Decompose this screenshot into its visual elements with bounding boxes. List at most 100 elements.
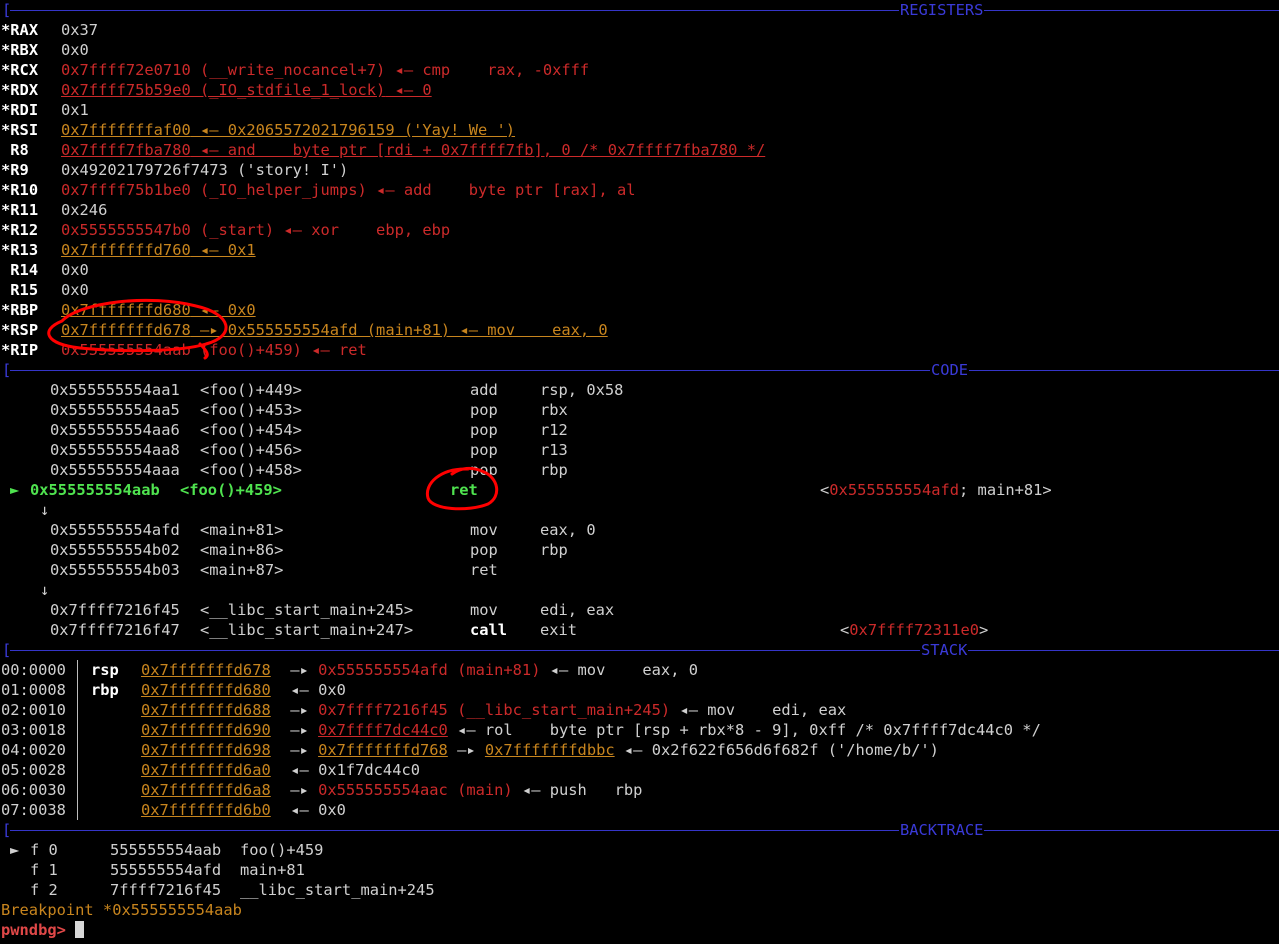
chain-text: ◂— mov eax, 0 [540,661,698,679]
instruction-address[interactable]: 0x555555554aaa [50,460,180,480]
instruction-symbol: <__libc_start_main+247> [200,621,414,639]
text-cursor[interactable] [75,921,85,938]
register-deref: ◂— ret [301,341,367,359]
register-value[interactable]: 0x7ffff75b59e0 (_IO_stdfile_1_lock) ◂— 0 [61,80,432,100]
stack-address[interactable]: 0x7fffffffd678 [141,660,271,680]
register-value[interactable]: 0x7ffff75b1be0 (_IO_helper_jumps) ◂— add… [61,180,636,200]
stack-address[interactable]: 0x7fffffffd6a8 [141,780,271,800]
stack-index: 03:0018 [1,721,66,739]
register-value[interactable]: 0x7fffffffd678 —▸ 0x555555554afd (main+8… [61,320,608,340]
register-value[interactable]: 0x1 [61,100,89,120]
register-value[interactable]: 0x5555555547b0 (_start) ◂— xor ebp, ebp [61,220,450,240]
comment-target-address[interactable]: 0x7ffff72311e0 [849,621,979,639]
register-row: R14 0x0 [1,260,89,280]
register-modified-flag: * [1,321,11,339]
chain-pointer[interactable]: 0x555555554aac (main) [318,781,513,799]
chain-text: ◂— push rbp [512,781,643,799]
register-name: RDX [10,81,39,99]
register-modified-flag [1,141,10,159]
register-modified-flag: * [1,121,11,139]
frame-number[interactable]: f 0 [30,840,58,860]
instruction-address[interactable]: 0x555555554afd [50,520,180,540]
register-name: R11 [10,201,39,219]
register-value[interactable]: 0x0 [61,280,89,300]
stack-address[interactable]: 0x7fffffffd690 [141,720,271,740]
instruction-address[interactable]: 0x555555554aa6 [50,420,180,440]
chain-text: —▸ [281,781,319,799]
instruction-symbol: <main+87> [200,561,284,579]
stack-chain: —▸ 0x555555554aac (main) ◂— push rbp [281,780,642,800]
register-value[interactable]: 0x0 [61,40,89,60]
command-line[interactable]: pwndbg> [1,920,85,940]
instruction-address[interactable]: 0x7ffff7216f47 [50,620,180,640]
register-modified-flag: * [1,161,11,179]
register-name: RSI [10,121,39,139]
stack-index: 07:0038 [1,801,66,819]
registers-section-title: REGISTERS [899,0,985,20]
register-name: R14 [10,261,39,279]
register-value[interactable]: 0x49202179726f7473 ('story! I') [61,160,348,180]
register-value[interactable]: 0x7fffffffd760 ◂— 0x1 [61,240,256,260]
register-row: *RSP 0x7fffffffd678 —▸ 0x555555554afd (ma… [1,320,608,340]
register-row: *R13 0x7fffffffd760 ◂— 0x1 [1,240,256,260]
register-value[interactable]: 0x246 [61,200,107,220]
register-value[interactable]: 0x7fffffffd680 ◂— 0x0 [61,300,256,320]
chain-pointer[interactable]: 0x7ffff7dc44c0 [318,721,448,739]
chain-pointer[interactable]: 0x555555554afd (main+81) [318,661,540,679]
code-section-title: CODE [930,360,970,380]
flow-down-icon: ↓ [40,501,50,519]
register-row: R15 0x0 [1,280,89,300]
register-modified-flag: * [1,41,11,59]
instruction-symbol: <foo()+449> [200,381,302,399]
register-value[interactable]: 0x555555554aab (foo()+459) ◂— ret [61,340,367,360]
frame-number[interactable]: f 1 [30,860,58,880]
instruction-address[interactable]: 0x555555554aa5 [50,400,180,420]
chain-text: ◂— 0x0 [281,801,346,819]
instruction-address[interactable]: 0x555555554aa8 [50,440,180,460]
register-value[interactable]: 0x7fffffffaf00 ◂— 0x2065572021796159 ('Y… [61,120,515,140]
stack-index: 06:0030 [1,781,66,799]
register-value[interactable]: 0x7ffff7fba780 ◂— and byte ptr [rdi + 0x… [61,140,765,160]
register-value[interactable]: 0x37 [61,20,98,40]
register-row: *R10 0x7ffff75b1be0 (_IO_helper_jumps) ◂—… [1,180,636,200]
code-flow-arrow: ↓ [40,580,49,600]
register-row: *R11 0x246 [1,200,107,220]
stack-address[interactable]: 0x7fffffffd680 [141,680,271,700]
stack-section-title: STACK [920,640,969,660]
register-deref: ◂— xor ebp, ebp [274,221,451,239]
stack-separator: [ STACK [0,640,1279,660]
instruction-address[interactable]: 0x555555554aa1 [50,380,180,400]
stack-address[interactable]: 0x7fffffffd6b0 [141,800,271,820]
register-row: *RDX 0x7ffff75b59e0 (_IO_stdfile_1_lock) … [1,80,432,100]
instruction-address[interactable]: 0x555555554b02 [50,540,180,560]
instruction-address[interactable]: 0x555555554b03 [50,560,180,580]
stack-chain: —▸ 0x7ffff7216f45 (__libc_start_main+245… [281,700,846,720]
stack-address[interactable]: 0x7fffffffd688 [141,700,271,720]
frame-number[interactable]: f 2 [30,880,58,900]
chain-text: —▸ [281,721,319,739]
code-separator: [ CODE [0,360,1279,380]
instruction-address[interactable]: 0x555555554aab [30,480,160,500]
register-value[interactable]: 0x7ffff72e0710 (__write_nocancel+7) ◂— c… [61,60,589,80]
breakpoint-message: Breakpoint *0x555555554aab [1,901,242,919]
code-flow-arrow: ↓ [40,500,49,520]
register-value[interactable]: 0x0 [61,260,89,280]
chain-pointer[interactable]: 0x7fffffffdbbc [485,741,615,759]
instruction-address[interactable]: 0x7ffff7216f45 [50,600,180,620]
instruction-operands: edi, eax [540,601,615,619]
instruction-symbol: <foo()+456> [200,441,302,459]
chain-pointer[interactable]: 0x7fffffffd768 [318,741,448,759]
comment-close: > [979,621,989,639]
register-name: R13 [10,241,39,259]
instruction-mnemonic: pop [470,461,498,479]
register-row: *RDI 0x1 [1,100,89,120]
register-name: R15 [10,281,39,299]
stack-address[interactable]: 0x7fffffffd698 [141,740,271,760]
frame-address: 555555554afd [110,861,222,879]
instruction-mnemonic: ret [450,481,478,499]
instruction-mnemonic: ret [470,561,498,579]
comment-target-address[interactable]: 0x555555554afd [829,481,959,499]
chain-text: —▸ [281,741,319,759]
stack-address[interactable]: 0x7fffffffd6a0 [141,760,271,780]
chain-pointer[interactable]: 0x7ffff7216f45 (__libc_start_main+245) [318,701,670,719]
